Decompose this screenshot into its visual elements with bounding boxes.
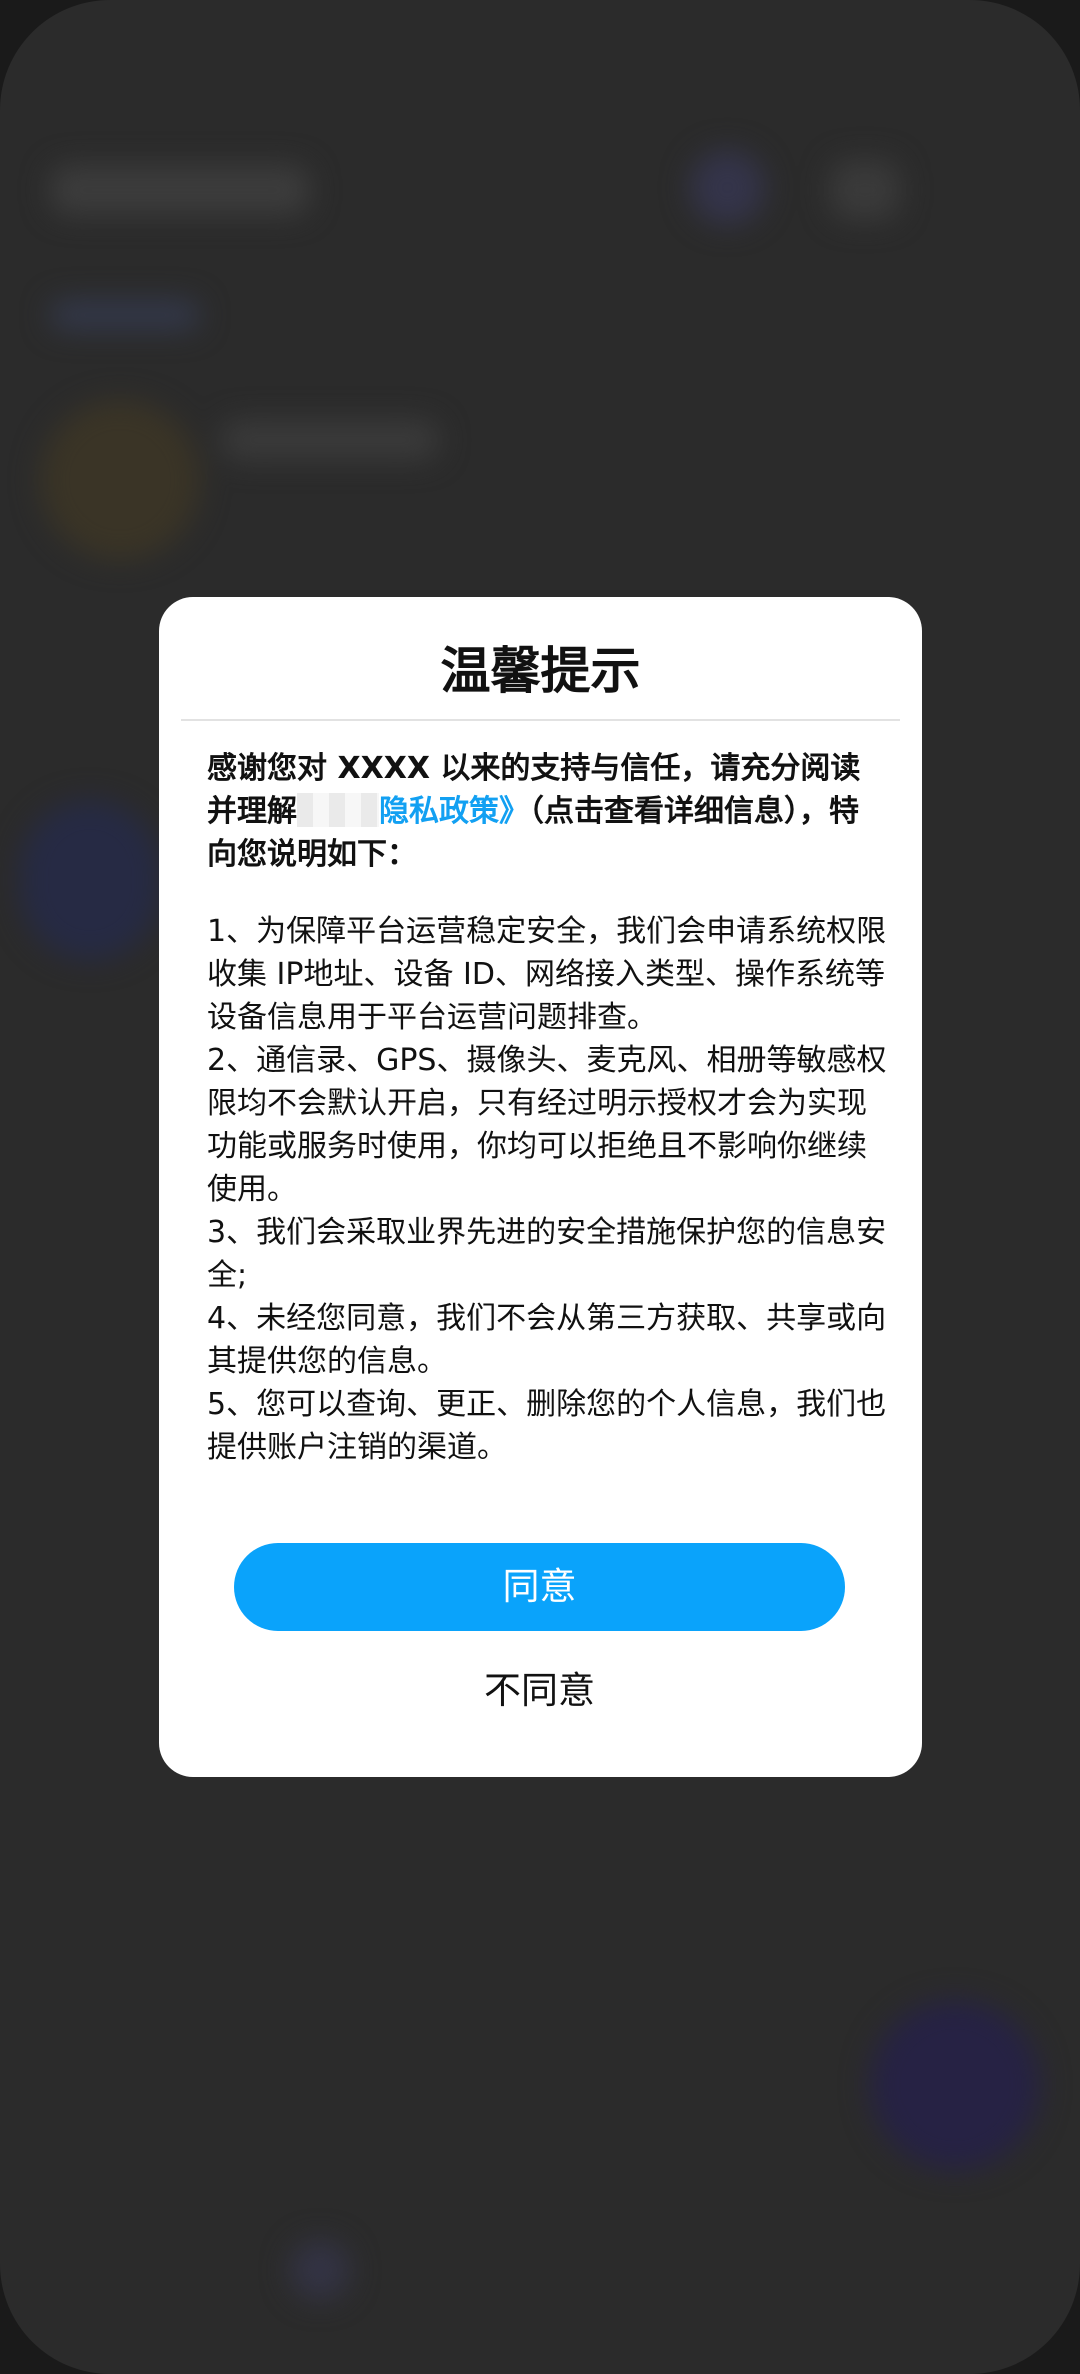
dialog-intro: 感谢您对 XXXX 以来的支持与信任，请充分阅读并理解 隐私政策》（点击查看详细信… <box>207 747 887 876</box>
redacted-app-name <box>297 793 379 827</box>
policy-point: 5、您可以查询、更正、删除您的个人信息，我们也提供账户注销的渠道。 <box>207 1387 887 1465</box>
policy-point: 1、为保障平台运营稳定安全，我们会申请系统权限收集 IP地址、设备 ID、网络接… <box>207 914 887 1035</box>
title-divider <box>181 719 900 721</box>
privacy-policy-link[interactable]: 隐私政策》 <box>379 794 529 829</box>
agree-button[interactable]: 同意 <box>234 1543 845 1631</box>
policy-point: 3、我们会采取业界先进的安全措施保护您的信息安全; <box>207 1215 887 1293</box>
dialog-title: 温馨提示 <box>440 642 641 700</box>
policy-point: 2、通信录、GPS、摄像头、麦克风、相册等敏感权限均不会默认开启，只有经过明示授… <box>207 1043 887 1207</box>
policy-point: 4、未经您同意，我们不会从第三方获取、共享或向其提供您的信息。 <box>207 1301 887 1379</box>
privacy-dialog: 温馨提示 感谢您对 XXXX 以来的支持与信任，请充分阅读并理解 隐私政策》（点击… <box>159 597 922 1777</box>
policy-points: 1、为保障平台运营稳定安全，我们会申请系统权限收集 IP地址、设备 ID、网络接… <box>207 910 887 1469</box>
disagree-button[interactable]: 不同意 <box>234 1655 845 1727</box>
